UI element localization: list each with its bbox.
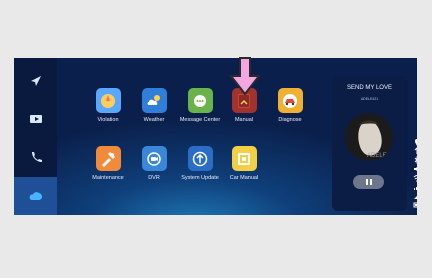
sidebar bbox=[14, 58, 57, 215]
app-diagnose[interactable]: Diagnose bbox=[262, 88, 318, 123]
media-icon bbox=[29, 115, 42, 123]
volume-icon bbox=[414, 167, 417, 171]
sidebar-item-cloud[interactable] bbox=[14, 177, 57, 215]
infotainment-screen: Violation Weather Message Center Manual … bbox=[14, 58, 417, 215]
song-title: SEND MY LOVE bbox=[347, 85, 392, 91]
usb-icon bbox=[414, 147, 417, 154]
song-artist: ADELE421 bbox=[360, 97, 379, 101]
network-icon bbox=[414, 196, 417, 199]
pause-button[interactable] bbox=[353, 175, 384, 189]
weather-icon bbox=[141, 88, 167, 113]
app-label: Car Manual bbox=[229, 175, 259, 181]
wifi-icon bbox=[413, 175, 417, 182]
sidebar-item-navigation[interactable] bbox=[14, 62, 57, 100]
location-icon bbox=[415, 139, 417, 146]
car-manual-icon bbox=[231, 146, 257, 171]
maintenance-icon bbox=[95, 146, 121, 171]
status-icons bbox=[413, 138, 417, 210]
album-text: ADELE bbox=[367, 153, 387, 159]
signal-icon bbox=[414, 187, 417, 190]
diagnose-icon bbox=[277, 88, 303, 113]
battery-icon bbox=[413, 202, 417, 208]
page-indicator bbox=[194, 204, 206, 215]
dvr-icon bbox=[141, 146, 167, 171]
bluetooth-icon bbox=[414, 156, 417, 164]
app-car-manual[interactable]: Car Manual bbox=[216, 146, 272, 181]
sidebar-item-phone[interactable] bbox=[14, 138, 57, 176]
violation-icon bbox=[95, 88, 121, 113]
message-center-icon bbox=[187, 88, 213, 113]
album-art: ADELE bbox=[345, 113, 393, 161]
pointer-arrow-icon bbox=[228, 57, 262, 96]
music-card: SEND MY LOVE ADELE421 ADELE bbox=[332, 76, 407, 211]
app-label: Diagnose bbox=[278, 117, 302, 123]
cloud-icon bbox=[29, 192, 42, 200]
pause-icon bbox=[365, 179, 372, 185]
system-update-icon bbox=[187, 146, 213, 171]
sidebar-item-media[interactable] bbox=[14, 100, 57, 138]
phone-icon bbox=[31, 152, 42, 162]
navigation-icon bbox=[30, 76, 41, 86]
